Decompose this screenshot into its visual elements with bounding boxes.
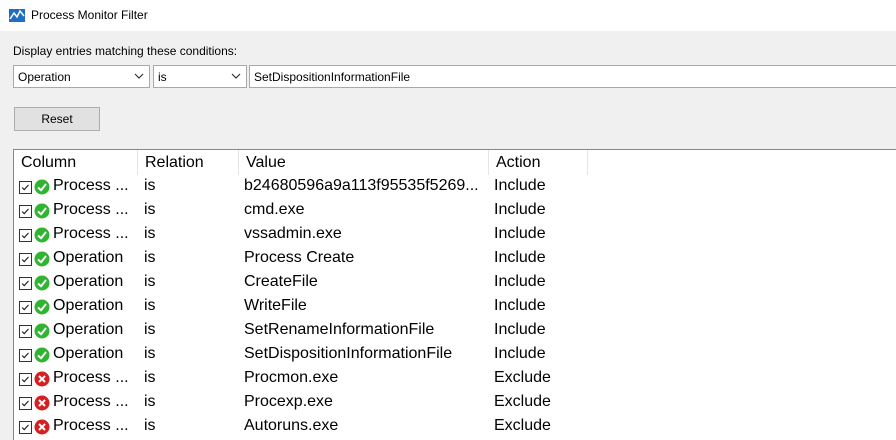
check-circle-icon [34,203,50,219]
cell-action: Include [494,321,546,338]
table-row[interactable]: Process ... is Autoruns.exe Exclude [14,415,896,439]
cell-action: Exclude [494,369,551,386]
cell-relation: is [144,321,156,338]
checkbox-icon[interactable] [19,373,32,386]
cell-action: Include [494,273,546,290]
cell-action: Include [494,177,546,194]
cell-column: Operation [53,273,124,290]
window-title: Process Monitor Filter [31,8,148,22]
cell-value: SetRenameInformationFile [244,321,435,338]
cell-action: Exclude [494,393,551,410]
checkbox-icon[interactable] [19,397,32,410]
check-circle-icon [34,227,50,243]
x-circle-icon [34,395,50,411]
checkbox-icon[interactable] [19,181,32,194]
checkbox-icon[interactable] [19,277,32,290]
table-row[interactable]: Operation is CreateFile Include [14,271,896,295]
cell-relation: is [144,273,156,290]
cell-value: WriteFile [244,297,307,314]
table-row[interactable]: Process ... is cmd.exe Include [14,199,896,223]
title-bar: Process Monitor Filter [0,0,896,31]
cell-column: Operation [53,321,124,338]
table-row[interactable]: Operation is SetRenameInformationFile Inclu… [14,319,896,343]
relation-dropdown-value: is [158,70,167,84]
table-row[interactable]: Process ... is Procmon.exe Exclude [14,367,896,391]
filter-list[interactable]: Column Relation Value Action Process ...… [13,149,896,440]
cell-relation: is [144,417,156,434]
checkbox-icon[interactable] [19,349,32,362]
table-row[interactable]: Process ... is Procexp.exe Exclude [14,391,896,415]
table-row[interactable]: Process ... is b24680596a9a113f95535f5269.… [14,175,896,199]
cell-relation: is [144,249,156,266]
check-circle-icon [34,323,50,339]
cell-column: Process ... [53,393,129,410]
cell-action: Include [494,249,546,266]
cell-value: Process Create [244,249,355,266]
check-circle-icon [34,275,50,291]
cell-action: Include [494,345,546,362]
cell-column: Process ... [53,201,129,218]
table-row[interactable]: Operation is WriteFile Include [14,295,896,319]
cell-column: Operation [53,297,124,314]
reset-button[interactable]: Reset [14,107,100,131]
checkbox-icon[interactable] [19,325,32,338]
cell-relation: is [144,345,156,362]
cell-value: cmd.exe [244,201,305,218]
cell-value: SetDispositionInformationFile [244,345,453,362]
cell-value: Procmon.exe [244,369,339,386]
cell-action: Include [494,225,546,242]
table-row[interactable]: Process ... is vssadmin.exe Include [14,223,896,247]
chevron-down-icon [134,73,144,79]
cell-relation: is [144,201,156,218]
x-circle-icon [34,371,50,387]
cell-value: Autoruns.exe [244,417,339,434]
cell-action: Exclude [494,417,551,434]
value-combobox-text: SetDispositionInformationFile [254,70,411,84]
checkbox-icon[interactable] [19,205,32,218]
value-combobox[interactable]: SetDispositionInformationFile [249,65,896,88]
table-row[interactable]: Operation is SetDispositionInformationFile… [14,343,896,367]
check-circle-icon [34,251,50,267]
list-rows: Process ... is b24680596a9a113f95535f5269.… [14,175,896,439]
x-circle-icon [34,419,50,435]
chevron-down-icon [231,73,241,79]
cell-action: Include [494,297,546,314]
header-column[interactable]: Column [14,150,138,175]
cell-value: Procexp.exe [244,393,333,410]
cell-column: Process ... [53,225,129,242]
cell-value: vssadmin.exe [244,225,342,242]
checkbox-icon[interactable] [19,421,32,434]
cell-column: Process ... [53,177,129,194]
cell-relation: is [144,393,156,410]
cell-relation: is [144,177,156,194]
cell-column: Operation [53,249,124,266]
header-relation[interactable]: Relation [138,150,239,175]
cell-action: Include [494,201,546,218]
checkbox-icon[interactable] [19,301,32,314]
check-circle-icon [34,347,50,363]
check-circle-icon [34,179,50,195]
cell-relation: is [144,297,156,314]
list-header: Column Relation Value Action [14,150,896,175]
cell-column: Process ... [53,417,129,434]
checkbox-icon[interactable] [19,229,32,242]
column-dropdown-value: Operation [18,70,71,84]
checkbox-icon[interactable] [19,253,32,266]
cell-value: b24680596a9a113f95535f5269... [244,177,479,194]
header-action[interactable]: Action [489,150,588,175]
header-value[interactable]: Value [239,150,489,175]
conditions-label: Display entries matching these condition… [13,44,238,58]
cell-value: CreateFile [244,273,318,290]
check-circle-icon [34,299,50,315]
table-row[interactable]: Operation is Process Create Include [14,247,896,271]
cell-relation: is [144,225,156,242]
cell-relation: is [144,369,156,386]
cell-column: Operation [53,345,124,362]
cell-column: Process ... [53,369,129,386]
column-dropdown[interactable]: Operation [13,65,150,88]
relation-dropdown[interactable]: is [153,65,247,88]
process-monitor-icon [9,9,25,22]
